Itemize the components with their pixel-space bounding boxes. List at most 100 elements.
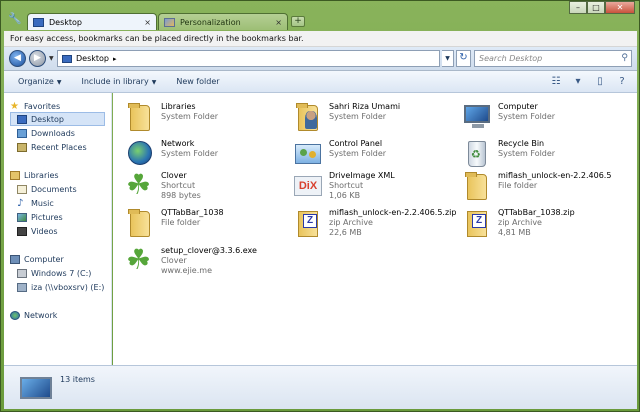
item-libraries[interactable]: Libraries System Folder (123, 99, 218, 133)
item-qttabbar-zip[interactable]: QTTabBar_1038.zipzip Archive4,81 MB (460, 205, 575, 239)
desktop-icon (17, 114, 27, 124)
close-tab-icon[interactable]: × (144, 18, 151, 27)
recent-pages-dropdown[interactable]: ▼ (49, 55, 54, 62)
zip-icon (460, 205, 494, 239)
hard-drive-icon (17, 268, 27, 278)
new-folder-button[interactable]: New folder (176, 77, 219, 86)
item-type: zip Archive (498, 218, 542, 227)
refresh-button[interactable]: ↻ (456, 50, 471, 67)
item-type: File folder (498, 181, 538, 190)
item-name: QTTabBar_1038 (161, 208, 224, 217)
item-name: miflash_unlock-en-2.2.406.5.zip (329, 208, 457, 217)
item-name: Computer (498, 102, 538, 111)
videos-icon (17, 226, 27, 236)
tab-personalization[interactable]: Personalization × (158, 13, 288, 30)
explorer-window: 🔧 Desktop × Personalization × + – □ ✕ Fo… (0, 0, 640, 412)
chevron-down-icon: ▼ (151, 79, 157, 86)
item-size: 898 bytes (161, 191, 201, 200)
nav-label: Pictures (31, 212, 63, 222)
breadcrumb-separator-icon[interactable]: ▸ (113, 55, 117, 63)
address-dropdown[interactable]: ▼ (442, 50, 454, 67)
organize-label: Organize (18, 77, 54, 86)
nav-favorites[interactable]: ★ Favorites (10, 99, 60, 113)
item-size: 1,06 KB (329, 191, 361, 200)
wrench-icon[interactable]: 🔧 (7, 11, 23, 27)
desktop-icon (33, 17, 44, 27)
control-panel-icon (291, 136, 325, 170)
pictures-icon (17, 212, 27, 222)
nav-item-pictures[interactable]: Pictures (17, 210, 63, 224)
forward-button[interactable]: ▶ (29, 50, 46, 67)
address-location[interactable]: Desktop (76, 54, 109, 63)
item-clover-setup[interactable]: ☘ setup_clover@3.3.6.exe Clover www.ejie.m… (123, 243, 257, 277)
recent-places-icon (17, 142, 27, 152)
nav-item-desktop[interactable]: Desktop (10, 112, 105, 126)
clover-setup-icon: ☘ (126, 243, 152, 276)
organize-button[interactable]: Organize ▼ (18, 77, 61, 86)
nav-item-network-drive[interactable]: iza (\\vboxsrv) (E:) (17, 280, 104, 294)
zip-icon (291, 205, 325, 239)
item-miflash-zip[interactable]: miflash_unlock-en-2.2.406.5.zipzip Archi… (291, 205, 456, 239)
music-icon: ♪ (17, 197, 24, 209)
close-button[interactable]: ✕ (605, 1, 635, 14)
nav-label: Downloads (31, 128, 75, 138)
network-icon (10, 310, 20, 320)
folder-icon (460, 168, 494, 202)
item-type: System Folder (329, 112, 387, 121)
nav-label: iza (\\vboxsrv) (E:) (31, 282, 105, 292)
nav-computer[interactable]: Computer (10, 252, 64, 266)
nav-item-documents[interactable]: Documents (17, 182, 77, 196)
address-bar[interactable]: Desktop ▸ (57, 50, 440, 67)
item-miflash-folder[interactable]: miflash_unlock-en-2.2.406.5 File folder (460, 168, 611, 202)
change-view-icon[interactable]: ☷ (549, 75, 563, 89)
window-controls: – □ ✕ (569, 1, 635, 14)
chevron-down-icon[interactable]: ▾ (571, 75, 585, 89)
minimize-button[interactable]: – (569, 1, 587, 14)
nav-item-music[interactable]: ♪ Music (17, 196, 54, 210)
nav-item-recent-places[interactable]: Recent Places (17, 140, 87, 154)
desktop-icon (20, 377, 52, 399)
item-name: Sahri Riza Umami (329, 102, 401, 111)
item-user-folder[interactable]: Sahri Riza Umami System Folder (291, 99, 400, 133)
chevron-down-icon: ▼ (56, 79, 62, 86)
include-in-library-button[interactable]: Include in library ▼ (81, 77, 156, 86)
item-type: System Folder (161, 112, 219, 121)
back-button[interactable]: ◀ (9, 50, 26, 67)
search-input[interactable]: Search Desktop ⚲ (474, 50, 632, 67)
item-computer[interactable]: Computer System Folder (460, 99, 555, 133)
personalization-icon (164, 17, 175, 27)
item-control-panel[interactable]: Control Panel System Folder (291, 136, 386, 170)
item-type: Shortcut (329, 181, 364, 190)
search-placeholder: Search Desktop (479, 54, 543, 63)
item-clover-shortcut[interactable]: ☘ Clover Shortcut 898 bytes (123, 168, 201, 202)
item-recycle-bin[interactable]: Recycle BinSystem Folder (460, 136, 555, 170)
item-type: System Folder (498, 112, 556, 121)
nav-label: Music (31, 198, 54, 208)
item-qttabbar-folder[interactable]: QTTabBar_1038 File folder (123, 205, 224, 239)
new-tab-button[interactable]: + (291, 16, 305, 27)
user-folder-icon (291, 99, 325, 133)
item-driveimage-shortcut[interactable]: DiX DriveImage XML Shortcut 1,06 KB (291, 168, 395, 202)
item-type: System Folder (329, 149, 387, 158)
downloads-icon (17, 128, 27, 138)
item-network[interactable]: Network System Folder (123, 136, 218, 170)
help-icon[interactable]: ? (615, 75, 629, 89)
item-type: System Folder (498, 149, 556, 158)
item-count: 13 items (60, 375, 95, 384)
item-name: Libraries (161, 102, 196, 111)
close-tab-icon[interactable]: × (275, 18, 282, 27)
nav-network[interactable]: Network (10, 308, 57, 322)
preview-pane-icon[interactable]: ▯ (593, 75, 607, 89)
nav-item-windows7-drive[interactable]: Windows 7 (C:) (17, 266, 91, 280)
tab-desktop[interactable]: Desktop × (27, 13, 157, 30)
nav-libraries[interactable]: Libraries (10, 168, 59, 182)
search-icon[interactable]: ⚲ (621, 53, 628, 63)
nav-label: Favorites (24, 101, 61, 111)
maximize-button[interactable]: □ (587, 1, 605, 14)
network-icon (123, 136, 157, 170)
star-icon: ★ (10, 100, 19, 112)
libraries-folder-icon (123, 99, 157, 133)
item-type: Clover (161, 256, 187, 265)
nav-item-downloads[interactable]: Downloads (17, 126, 75, 140)
nav-item-videos[interactable]: Videos (17, 224, 58, 238)
